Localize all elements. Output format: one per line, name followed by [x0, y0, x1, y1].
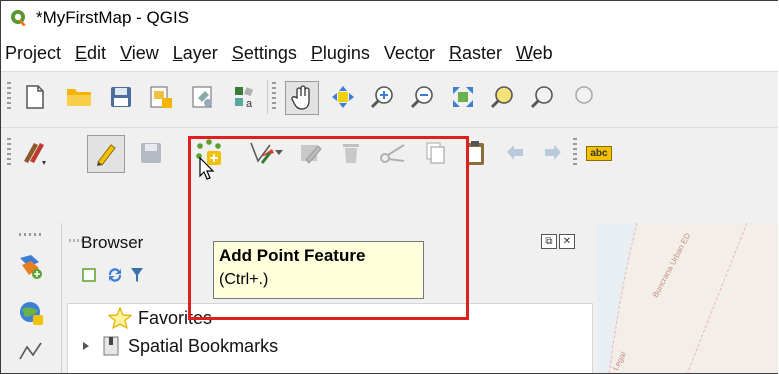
- undo-icon[interactable]: [499, 137, 531, 169]
- add-delimited-text-icon[interactable]: [15, 335, 47, 367]
- zoom-last-icon[interactable]: [567, 81, 599, 113]
- zoom-full-icon[interactable]: [447, 81, 479, 113]
- pan-map-icon[interactable]: [285, 81, 319, 115]
- toolbar-grip-5[interactable]: [19, 233, 41, 236]
- toggle-editing-icon[interactable]: [87, 135, 125, 173]
- menu-item-raster[interactable]: Raster: [442, 43, 509, 64]
- expand-arrow-icon[interactable]: [82, 341, 90, 351]
- toolbar-grip[interactable]: [7, 82, 11, 112]
- add-wms-layer-icon[interactable]: [15, 297, 47, 329]
- map-canvas[interactable]: Buncrana Urban ED Legal: [597, 223, 778, 373]
- star-icon: [108, 307, 132, 329]
- manage-layers-toolbar: [1, 223, 62, 373]
- toolbar-grip-3[interactable]: [7, 138, 11, 168]
- title-bar: *MyFirstMap - QGIS: [1, 1, 778, 35]
- browser-panel-title: Browser: [81, 233, 144, 252]
- save-project-icon[interactable]: [105, 81, 137, 113]
- new-project-icon[interactable]: [19, 81, 51, 113]
- refresh-icon[interactable]: [103, 263, 127, 287]
- close-panel-icon[interactable]: ✕: [559, 234, 575, 249]
- new-print-layout-icon[interactable]: [145, 81, 177, 113]
- zoom-to-layer-icon[interactable]: [527, 81, 559, 113]
- menu-item-web[interactable]: Web: [509, 43, 560, 64]
- bookmark-icon: [102, 335, 120, 357]
- tree-item-spatial-bookmarks[interactable]: Spatial Bookmarks: [82, 332, 278, 360]
- style-manager-icon[interactable]: a: [229, 81, 261, 113]
- qgis-logo-icon: [10, 9, 28, 27]
- float-panel-icon[interactable]: ⧉: [541, 234, 557, 249]
- menu-item-layer[interactable]: Layer: [166, 43, 225, 64]
- open-project-icon[interactable]: [63, 81, 95, 113]
- save-layer-edits-icon[interactable]: [135, 137, 167, 169]
- tree-item-label: Spatial Bookmarks: [128, 335, 279, 356]
- qgis-window: *MyFirstMap - QGIS Project Edit View Layer S…: [0, 0, 778, 374]
- menu-item-plugins[interactable]: Plugins: [304, 43, 377, 64]
- redo-icon[interactable]: [537, 137, 569, 169]
- toolbar-grip-2[interactable]: [272, 82, 276, 112]
- menu-item-settings[interactable]: Settings: [225, 43, 304, 64]
- zoom-to-selection-icon[interactable]: [487, 81, 519, 113]
- add-vector-layer-icon[interactable]: [15, 251, 47, 283]
- pan-to-selection-icon[interactable]: [327, 81, 359, 113]
- window-title: *MyFirstMap - QGIS: [36, 8, 190, 27]
- zoom-out-icon[interactable]: [407, 81, 439, 113]
- highlight-box: [188, 136, 469, 320]
- project-toolbar: a: [1, 71, 778, 122]
- menu-item-vector[interactable]: Vector: [377, 43, 442, 64]
- menu-bar: Project Edit View Layer Settings Plugins Vecto…: [1, 35, 778, 71]
- layout-manager-icon[interactable]: [187, 81, 219, 113]
- toolbar-grip-4[interactable]: [573, 138, 577, 168]
- current-edits-icon[interactable]: [19, 137, 51, 169]
- svg-text:a: a: [246, 98, 253, 110]
- filter-icon[interactable]: [127, 263, 147, 287]
- label-tool-icon[interactable]: abc: [583, 137, 615, 169]
- menu-item-project[interactable]: Project: [1, 43, 68, 64]
- menu-item-view[interactable]: View: [113, 43, 166, 64]
- menu-item-edit[interactable]: Edit: [68, 43, 113, 64]
- add-selected-layers-icon[interactable]: [77, 263, 101, 287]
- zoom-in-icon[interactable]: [367, 81, 399, 113]
